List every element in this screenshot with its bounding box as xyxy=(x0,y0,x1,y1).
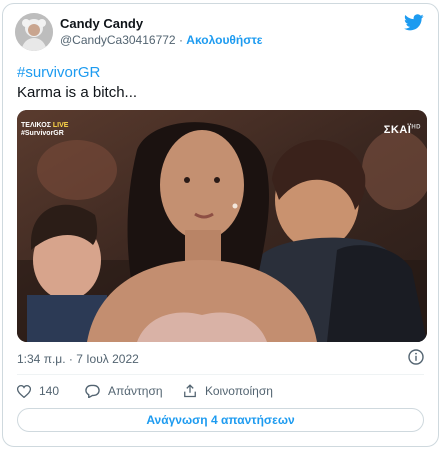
hashtag-link[interactable]: #survivorGR xyxy=(17,64,100,81)
channel-logo-hd: HD xyxy=(411,124,421,131)
author-name[interactable]: Candy Candy xyxy=(60,16,143,31)
overlay-hashtag: #SurvivorGR xyxy=(21,130,64,137)
share-label: Κοινοποίηση xyxy=(205,384,273,398)
separator-dot: · xyxy=(178,33,183,47)
heart-icon xyxy=(17,384,31,398)
like-button[interactable]: 140 xyxy=(17,384,59,398)
reply-icon xyxy=(85,384,100,398)
info-icon[interactable] xyxy=(408,349,424,365)
like-count: 140 xyxy=(39,384,60,398)
divider xyxy=(17,374,424,375)
avatar[interactable] xyxy=(15,13,53,51)
share-icon xyxy=(184,384,196,398)
channel-logo: ΣΚΑΪHD xyxy=(384,124,421,136)
twitter-logo-icon[interactable] xyxy=(404,14,424,31)
tweet-timestamp[interactable]: 1:34 π.μ. · 7 Ιουλ 2022 xyxy=(17,352,139,366)
reply-button[interactable]: Απάντηση xyxy=(85,384,163,398)
overlay-title: ΤΕΛΙΚΟΣ xyxy=(21,122,51,129)
tweet-media-image[interactable]: ΤΕΛΙΚΟΣ LIVE #SurvivorGR ΣΚΑΪHD xyxy=(17,110,427,342)
author-handle-line: @CandyCa30416772 · Ακολουθήστε xyxy=(60,33,263,47)
share-button[interactable]: Κοινοποίηση xyxy=(183,384,273,398)
follow-button[interactable]: Ακολουθήστε xyxy=(186,33,262,47)
channel-overlay-logo: ΤΕΛΙΚΟΣ LIVE #SurvivorGR xyxy=(21,122,68,138)
author-handle[interactable]: @CandyCa30416772 xyxy=(60,33,176,47)
reply-label: Απάντηση xyxy=(108,384,163,398)
tweet-card: Candy Candy @CandyCa30416772 · Ακολουθήσ… xyxy=(2,3,439,447)
read-replies-button[interactable]: Ανάγνωση 4 απαντήσεων xyxy=(17,408,424,432)
overlay-live-badge: LIVE xyxy=(52,122,69,129)
channel-logo-text: ΣΚΑΪ xyxy=(383,124,412,136)
tweet-text: Karma is a bitch... xyxy=(17,84,138,101)
